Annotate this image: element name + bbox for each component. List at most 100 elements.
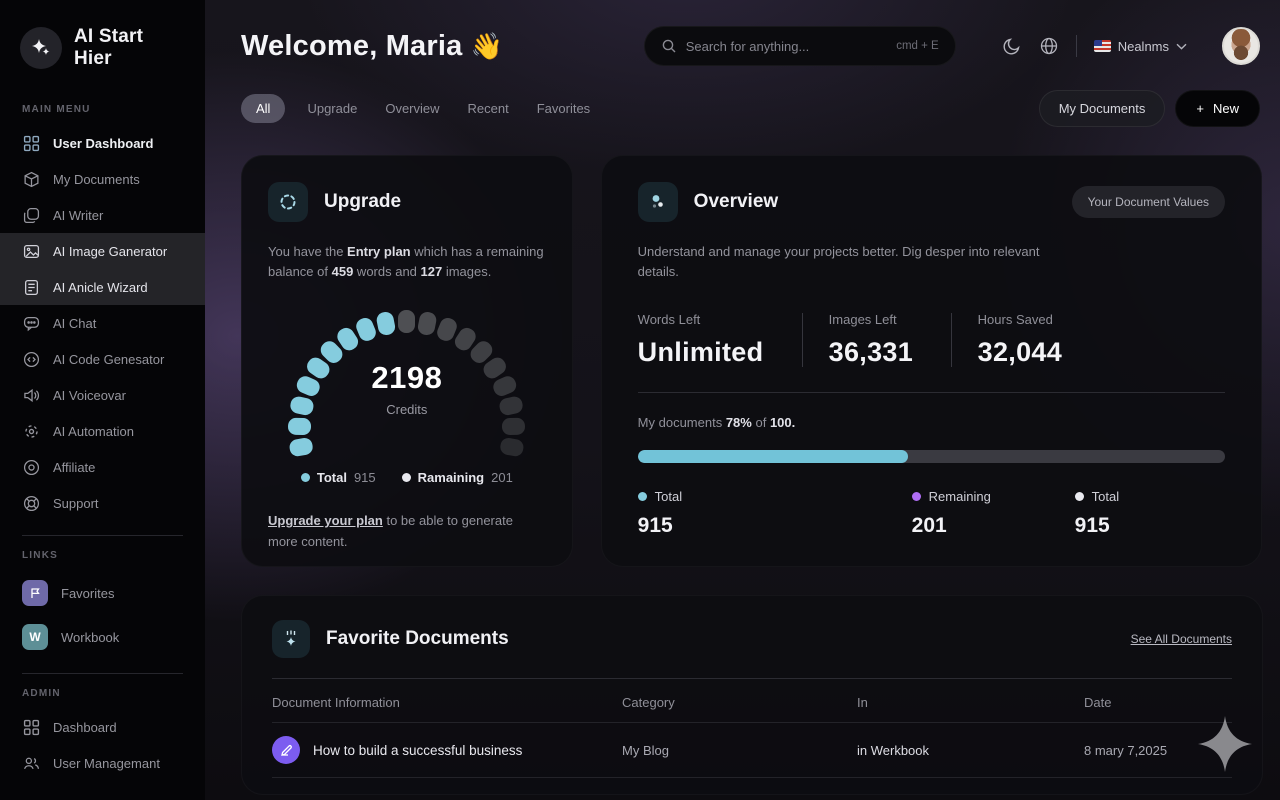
language-selector[interactable]: Nealnms: [1094, 39, 1187, 54]
sidebar-item-ai-voiceover[interactable]: AI Voiceovar: [0, 377, 205, 413]
cards-row: Upgrade You have the Entry plan which ha…: [205, 127, 1280, 567]
sidebar-item-admin-dashboard[interactable]: Dashboard: [0, 709, 205, 745]
progress-text: My documents 78% of 100.: [638, 415, 1225, 430]
copy-icon: [22, 206, 40, 224]
tab-all[interactable]: All: [241, 94, 285, 123]
sidebar-item-ai-image-generator[interactable]: AI Image Ganerator: [0, 233, 205, 269]
new-button[interactable]: +New: [1175, 90, 1260, 127]
avatar[interactable]: [1222, 27, 1260, 65]
lifebuoy-icon: [22, 494, 40, 512]
legend-total: Total 915: [301, 470, 376, 485]
credits-gauge-center: 2198 Credits: [272, 360, 542, 417]
table-row[interactable]: How to build a successful business My Bl…: [272, 722, 1232, 778]
search-icon: [661, 38, 677, 54]
sidebar-item-my-documents[interactable]: My Documents: [0, 161, 205, 197]
upgrade-legend: Total 915 Ramaining 201: [268, 470, 546, 485]
sidebar-item-ai-automation[interactable]: AI Automation: [0, 413, 205, 449]
tab-upgrade[interactable]: Upgrade: [307, 101, 357, 116]
sidebar: AI Start Hier MAIN MENU User Dashboard M…: [0, 0, 205, 800]
sidebar-item-support[interactable]: Support: [0, 485, 205, 521]
sidebar-item-label: AI Code Genesator: [53, 352, 164, 367]
table-header-row: Document Information Category In Date: [272, 679, 1232, 722]
grid-icon: [22, 718, 40, 736]
speaker-icon: [22, 386, 40, 404]
document-values-badge[interactable]: Your Document Values: [1072, 186, 1225, 218]
tab-favorites[interactable]: Favorites: [537, 101, 590, 116]
credits-label: Credits: [272, 402, 542, 417]
upgrade-description: You have the Entry plan which has a rema…: [268, 242, 546, 282]
gear-icon: [22, 422, 40, 440]
sidebar-item-affiliate[interactable]: Affiliate: [0, 449, 205, 485]
upgrade-footer: Upgrade your plan to be able to generate…: [268, 511, 546, 553]
my-documents-button[interactable]: My Documents: [1039, 90, 1166, 127]
overview-divider: [638, 392, 1225, 393]
column-header-date: Date: [1084, 695, 1232, 710]
favorite-documents-header: Favorite Documents See All Documents: [272, 620, 1232, 658]
gauge-dot: [398, 310, 415, 333]
credits-value: 2198: [272, 360, 542, 396]
document-cell: How to build a successful business: [272, 736, 622, 764]
favorite-documents-card: Favorite Documents See All Documents Doc…: [241, 595, 1263, 795]
sidebar-item-workbook[interactable]: W Workbook: [0, 615, 205, 659]
sidebar-item-user-management[interactable]: User Managemant: [0, 745, 205, 781]
legend-remaining: Ramaining 201: [402, 470, 513, 485]
sidebar-item-label: AI Voiceovar: [53, 388, 126, 403]
overview-card-title: Overview: [694, 191, 779, 213]
legend-dot-cyan: [638, 492, 647, 501]
favorite-documents-title: Favorite Documents: [326, 628, 509, 650]
sidebar-item-ai-article-wizard[interactable]: AI Anicle Wizard: [0, 269, 205, 305]
sidebar-item-ai-writer[interactable]: AI Writer: [0, 197, 205, 233]
sparkle-decoration-icon: [1198, 716, 1252, 772]
plus-icon: +: [1196, 101, 1204, 116]
header-actions: Nealnms: [1002, 27, 1260, 65]
dots-cluster-icon: [638, 182, 678, 222]
section-label-admin: ADMIN: [0, 674, 205, 709]
sidebar-item-label: Affiliate: [53, 460, 95, 475]
overview-description: Understand and manage your projects bett…: [638, 242, 1058, 282]
image-icon: [22, 242, 40, 260]
sidebar-item-label: Dashboard: [53, 720, 117, 735]
category-cell: My Blog: [622, 743, 857, 758]
grid-icon: [22, 134, 40, 152]
overview-card-header: Overview Your Document Values: [638, 182, 1225, 222]
moon-icon[interactable]: [1002, 36, 1022, 56]
chat-bubble-icon: [22, 314, 40, 332]
search-input[interactable]: [686, 39, 887, 54]
upgrade-card-title: Upgrade: [324, 191, 401, 213]
column-header-in: In: [857, 695, 1084, 710]
sidebar-item-label: User Managemant: [53, 756, 160, 771]
legend-dot-white: [1075, 492, 1084, 501]
filter-bar: All Upgrade Overview Recent Favorites My…: [205, 66, 1280, 127]
sidebar-item-label: My Documents: [53, 172, 140, 187]
sidebar-item-label: Support: [53, 496, 99, 511]
stat-divider: [951, 313, 952, 367]
globe-icon[interactable]: [1039, 36, 1059, 56]
stat-words-left: Words Left Unlimited: [638, 312, 802, 368]
sidebar-item-label: AI Automation: [53, 424, 134, 439]
cube-icon: [22, 170, 40, 188]
sidebar-item-label: AI Chat: [53, 316, 96, 331]
search-bar[interactable]: cmd + E: [644, 26, 956, 66]
legend-dot-purple: [912, 492, 921, 501]
upgrade-card: Upgrade You have the Entry plan which ha…: [241, 155, 573, 567]
tab-recent[interactable]: Recent: [468, 101, 509, 116]
stat-hours-saved: Hours Saved 32,044: [978, 312, 1088, 368]
upgrade-plan-link[interactable]: Upgrade your plan: [268, 513, 383, 528]
overview-stats: Words Left Unlimited Images Left 36,331 …: [638, 312, 1225, 368]
sidebar-item-label: Favorites: [61, 586, 114, 601]
article-icon: [22, 278, 40, 296]
sidebar-item-ai-chat[interactable]: AI Chat: [0, 305, 205, 341]
flag-square-icon: [22, 580, 48, 606]
overview-legend: Total 915 Remaining 201 Total 915: [638, 489, 1225, 538]
app-logo[interactable]: AI Start Hier: [0, 0, 205, 90]
tab-overview[interactable]: Overview: [385, 101, 439, 116]
sidebar-item-ai-code-generator[interactable]: AI Code Genesator: [0, 341, 205, 377]
sidebar-item-user-dashboard[interactable]: User Dashboard: [0, 125, 205, 161]
see-all-documents-link[interactable]: See All Documents: [1131, 632, 1232, 646]
badge-icon: [22, 458, 40, 476]
sidebar-item-label: AI Anicle Wizard: [53, 280, 148, 295]
sidebar-item-favorites[interactable]: Favorites: [0, 571, 205, 615]
gauge-dot: [499, 436, 525, 457]
gauge-dot: [288, 417, 311, 434]
stat-images-left: Images Left 36,331: [829, 312, 951, 368]
